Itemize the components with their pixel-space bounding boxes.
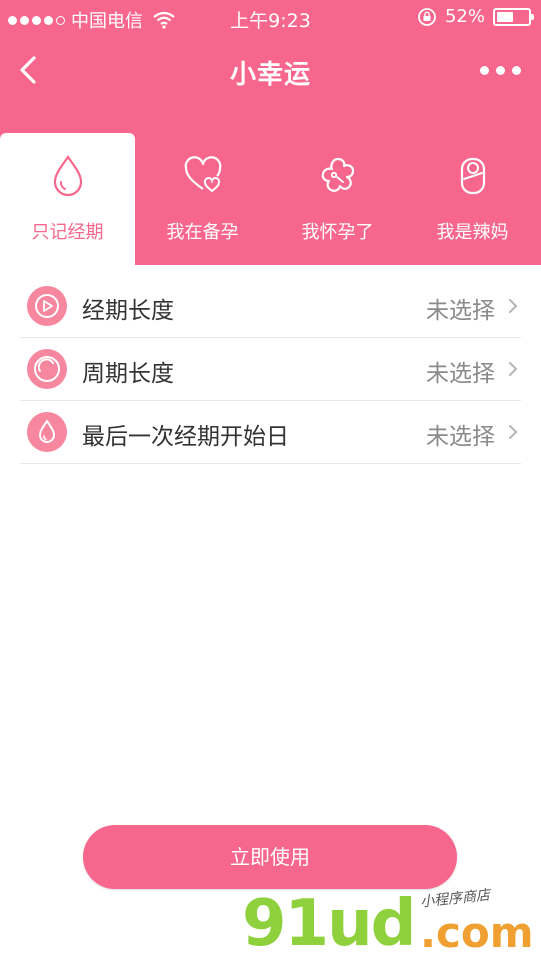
status-bar: 中国电信 上午9:23 52% <box>0 0 541 36</box>
settings-list: 经期长度 未选择 周期长度 未选择 最后一次经期开始日 未选择 <box>0 275 541 464</box>
tab-period[interactable]: 只记经期 <box>0 133 135 265</box>
page: 中国电信 上午9:23 52% 小幸运 只记经期 我在备孕 我怀孕了 我是辣妈 … <box>0 0 541 960</box>
baby-icon <box>460 157 486 195</box>
battery-percent: 52% <box>444 6 485 27</box>
chevron-right-icon <box>509 362 518 376</box>
row-label: 周期长度 <box>82 361 174 387</box>
tab-pregnant[interactable]: 我怀孕了 <box>270 133 405 265</box>
drop-icon <box>27 412 67 452</box>
page-title: 小幸运 <box>229 60 311 90</box>
row-cycle-length[interactable]: 周期长度 未选择 <box>20 338 521 401</box>
cycle-icon <box>27 349 67 389</box>
tab-label: 我在备孕 <box>166 222 239 243</box>
watermark-main: 91ud <box>242 887 416 960</box>
row-label: 最后一次经期开始日 <box>82 424 289 450</box>
tab-label: 我是辣妈 <box>436 222 509 243</box>
use-now-button[interactable]: 立即使用 <box>83 825 457 889</box>
watermark-logo: 91ud 小程序商店 .com <box>242 887 534 960</box>
battery-fill <box>497 11 513 22</box>
tab-label: 我怀孕了 <box>301 222 374 243</box>
more-icon[interactable] <box>480 66 521 75</box>
tab-bar: 只记经期 我在备孕 我怀孕了 我是辣妈 <box>0 106 541 265</box>
watermark-domain: .com <box>420 908 534 957</box>
drop-icon <box>53 155 83 197</box>
rotation-lock-icon <box>418 7 436 26</box>
status-right: 52% <box>417 6 534 27</box>
tab-preparing[interactable]: 我在备孕 <box>135 133 270 265</box>
play-circle-icon <box>27 286 67 326</box>
row-last-period-start[interactable]: 最后一次经期开始日 未选择 <box>20 401 521 464</box>
hearts-icon <box>184 156 222 193</box>
nav-bar: 小幸运 <box>0 36 541 106</box>
tab-label: 只记经期 <box>31 222 104 243</box>
chevron-right-icon <box>509 425 518 439</box>
row-value: 未选择 <box>426 424 495 450</box>
battery-icon <box>493 7 534 26</box>
flower-icon <box>321 157 355 192</box>
row-label: 经期长度 <box>82 298 174 324</box>
row-value: 未选择 <box>426 361 495 387</box>
chevron-right-icon <box>509 299 518 313</box>
tab-mom[interactable]: 我是辣妈 <box>405 133 540 265</box>
row-period-length[interactable]: 经期长度 未选择 <box>20 275 521 338</box>
row-value: 未选择 <box>426 298 495 324</box>
